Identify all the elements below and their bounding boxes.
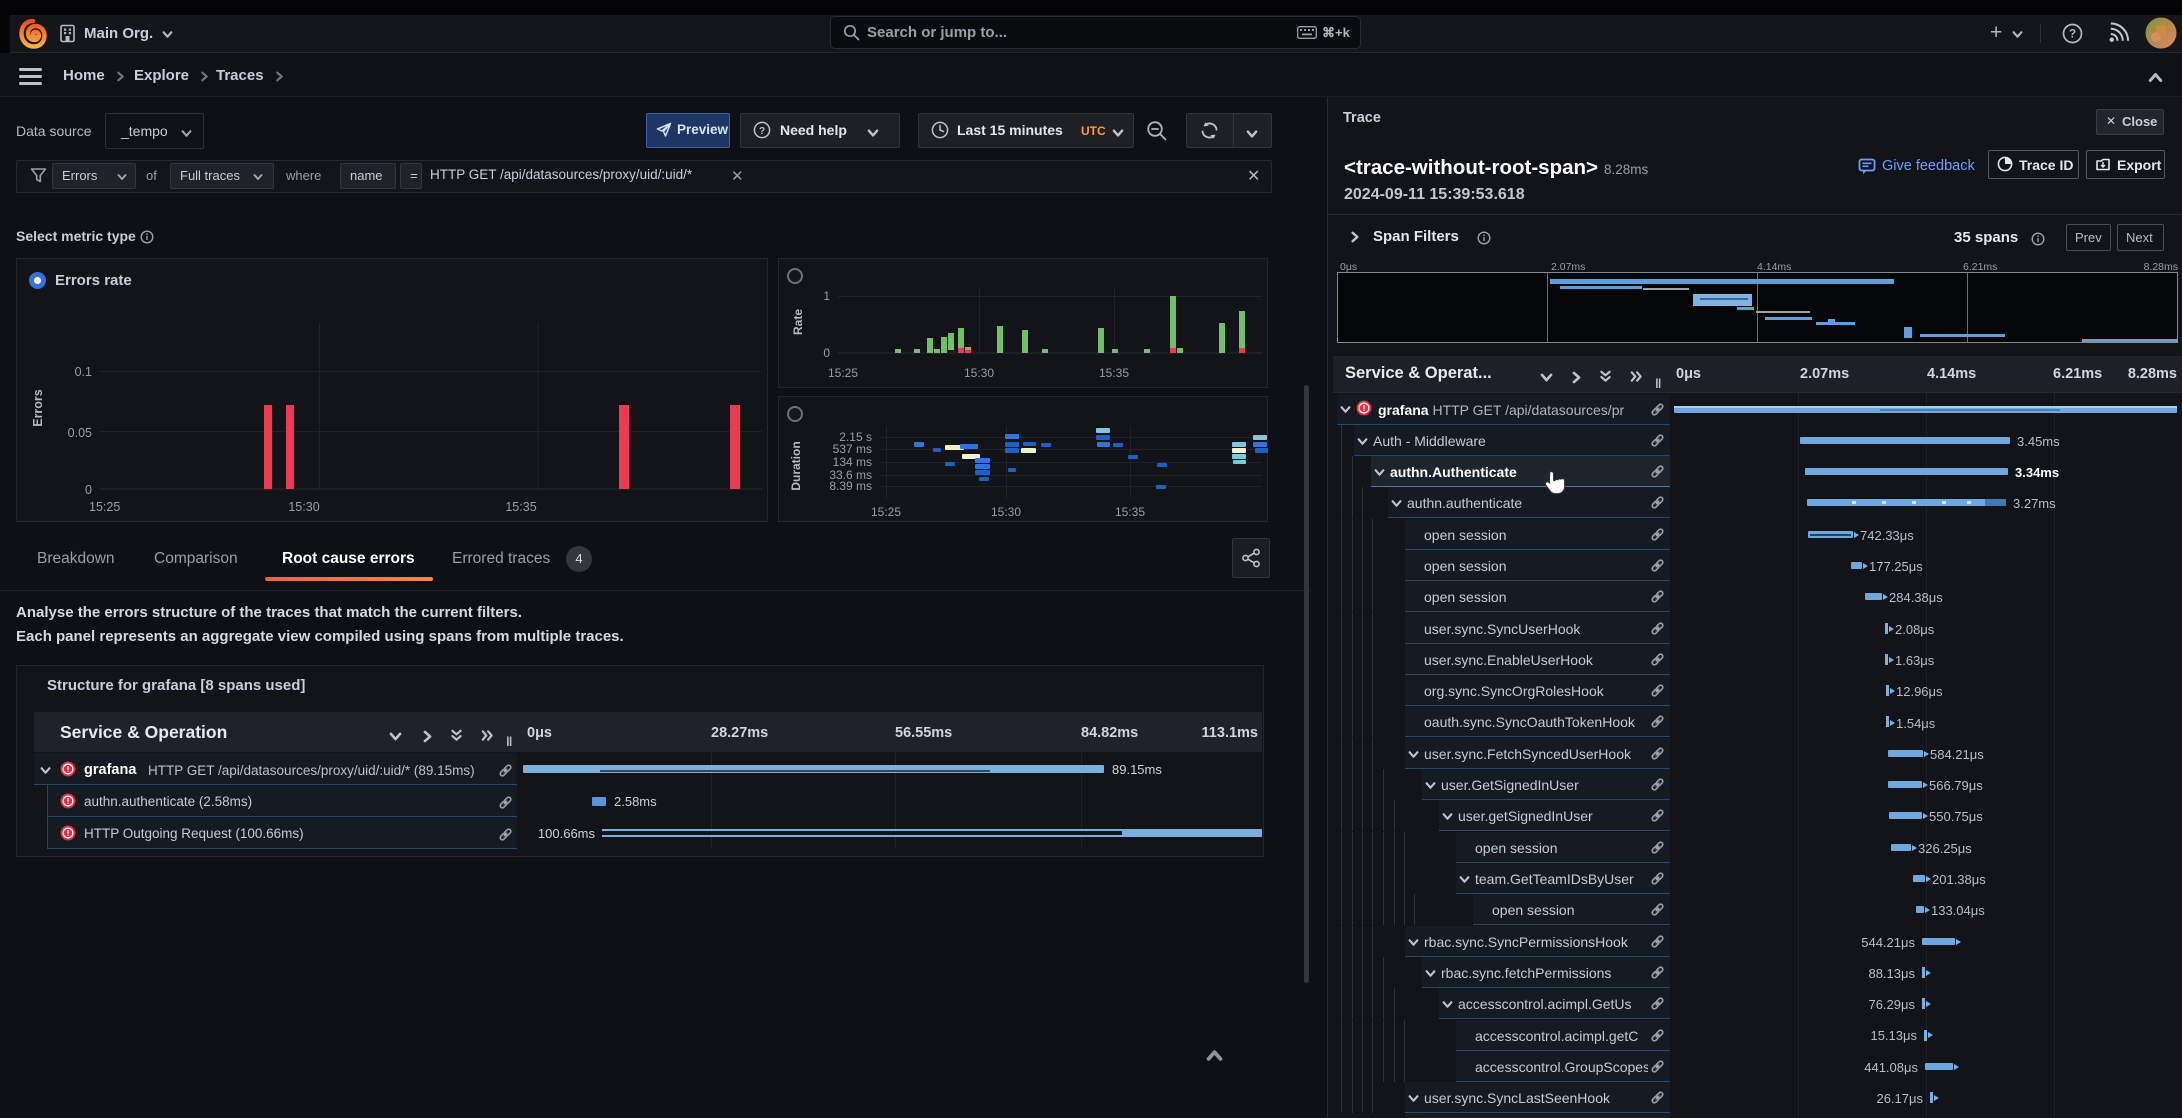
svg-text:?: ? [759,126,765,137]
svg-text:8.39 ms: 8.39 ms [829,479,872,493]
svg-text:0: 0 [823,346,830,360]
svg-text:15:25: 15:25 [871,505,901,519]
svg-text:0: 0 [85,483,92,497]
svg-text:15:35: 15:35 [1115,505,1145,519]
svg-text:15:30: 15:30 [964,366,994,380]
svg-text:537 ms: 537 ms [833,442,872,456]
svg-text:15:35: 15:35 [1099,366,1129,380]
svg-text:Errors: Errors [31,389,45,427]
svg-text:15:25: 15:25 [828,366,858,380]
svg-text:0.05: 0.05 [68,426,92,440]
svg-text:Rate: Rate [791,309,805,335]
svg-text:134 ms: 134 ms [833,455,872,469]
svg-text:15:30: 15:30 [288,500,319,514]
svg-text:15:25: 15:25 [89,500,120,514]
svg-text:15:30: 15:30 [991,505,1021,519]
svg-text:0.1: 0.1 [75,365,92,379]
svg-text:1: 1 [823,289,830,303]
svg-text:15:35: 15:35 [505,500,536,514]
svg-text:Duration: Duration [789,441,803,490]
svg-text:?: ? [2069,29,2076,41]
